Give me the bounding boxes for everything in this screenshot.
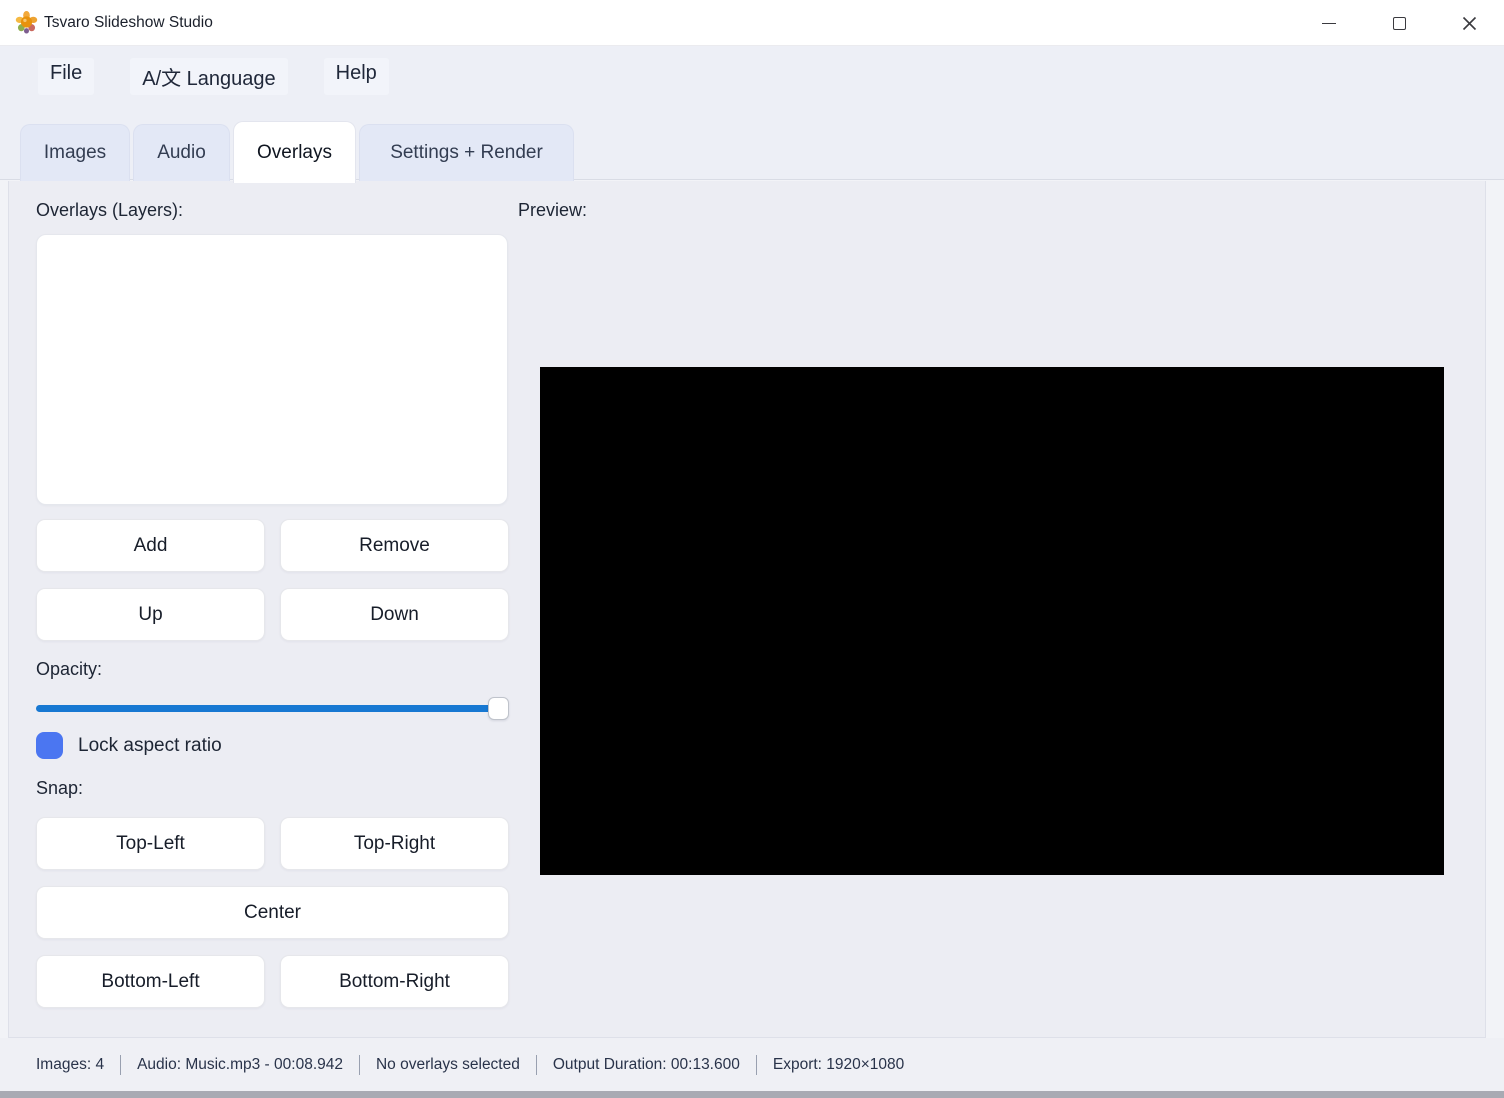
status-overlay-selection: No overlays selected [375,1055,520,1073]
lock-aspect-ratio-checkbox[interactable] [36,732,63,759]
status-images-count: Images: 4 [36,1055,105,1073]
snap-label: Snap: [36,778,84,798]
opacity-slider-thumb[interactable] [488,697,509,720]
maximize-icon [1392,16,1406,30]
opacity-slider[interactable] [36,696,509,721]
up-button[interactable]: Up [36,588,265,641]
minimize-icon [1322,22,1336,24]
minimize-button[interactable] [1294,0,1364,46]
preview-canvas [540,367,1444,875]
app-logo-icon [14,10,39,35]
status-divider [755,1054,757,1075]
status-divider [120,1054,122,1075]
opacity-label: Opacity: [36,659,103,679]
tab-settings-render[interactable]: Settings + Render [359,124,574,181]
down-button[interactable]: Down [280,588,509,641]
snap-top-right-button[interactable]: Top-Right [280,817,509,870]
menu-file[interactable]: File [38,58,95,95]
status-divider [358,1054,360,1075]
title-bar: Tsvaro Slideshow Studio [0,0,1504,46]
status-output-duration: Output Duration: 00:13.600 [552,1055,740,1073]
window-controls [1294,0,1504,46]
status-export-resolution: Export: 1920×1080 [772,1055,905,1073]
lock-aspect-ratio-label: Lock aspect ratio [78,735,222,756]
tab-overlays[interactable]: Overlays [233,121,356,183]
menu-and-tab-strip: File A/文 Language Help Images Audio Over… [0,46,1504,183]
preview-label: Preview: [518,200,588,220]
status-bar: Images: 4 Audio: Music.mp3 - 00:08.942 N… [0,1038,1504,1091]
menu-help[interactable]: Help [323,58,389,95]
close-icon [1462,16,1476,30]
add-button[interactable]: Add [36,519,265,572]
tab-audio[interactable]: Audio [133,124,230,181]
overlays-layers-label: Overlays (Layers): [36,200,184,220]
window-bottom-edge [0,1091,1504,1098]
menu-language[interactable]: A/文 Language [130,58,288,95]
snap-top-left-button[interactable]: Top-Left [36,817,265,870]
opacity-slider-track[interactable] [36,705,509,712]
snap-center-button[interactable]: Center [36,886,509,939]
menu-bar: File A/文 Language Help [38,58,389,95]
snap-bottom-right-button[interactable]: Bottom-Right [280,955,509,1008]
overlay-layers-listbox[interactable] [36,234,508,505]
status-divider [535,1054,537,1075]
maximize-button[interactable] [1364,0,1434,46]
tab-images[interactable]: Images [20,124,130,181]
window-title: Tsvaro Slideshow Studio [44,14,213,31]
close-button[interactable] [1434,0,1504,46]
status-audio-info: Audio: Music.mp3 - 00:08.942 [137,1055,343,1073]
snap-bottom-left-button[interactable]: Bottom-Left [36,955,265,1008]
remove-button[interactable]: Remove [280,519,509,572]
